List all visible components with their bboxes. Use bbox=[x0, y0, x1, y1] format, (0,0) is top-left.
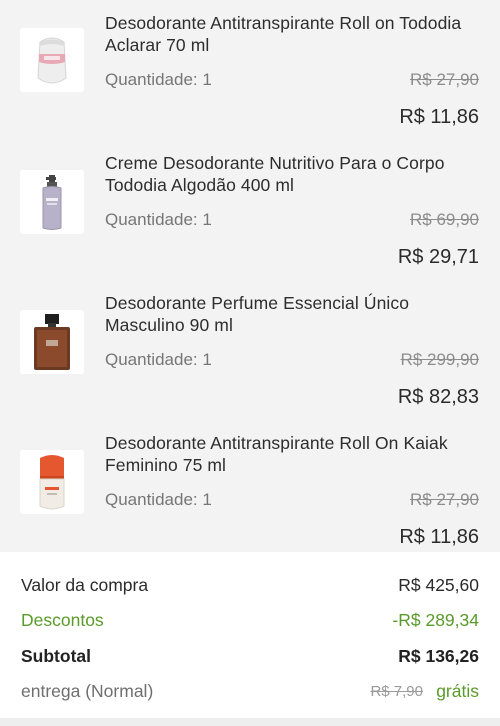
shipping-free-label: grátis bbox=[436, 681, 479, 701]
purchase-value-label: Valor da compra bbox=[21, 575, 149, 595]
shipping-row: entrega (Normal) R$ 7,90 grátis bbox=[21, 681, 479, 705]
shipping-label: entrega (Normal) bbox=[21, 681, 154, 701]
product-name[interactable]: Desodorante Antitranspirante Roll on Tod… bbox=[105, 12, 485, 56]
discounted-price: R$ 11,86 bbox=[399, 106, 479, 128]
original-price: R$ 27,90 bbox=[410, 70, 479, 89]
discount-row: Descontos -R$ 289,34 bbox=[21, 610, 479, 634]
quantity-label: Quantidade: 1 bbox=[105, 350, 212, 369]
discounted-price: R$ 29,71 bbox=[397, 246, 479, 268]
subtotal-label: Subtotal bbox=[21, 646, 91, 666]
quantity-label: Quantidade: 1 bbox=[105, 70, 212, 89]
product-name[interactable]: Creme Desodorante Nutritivo Para o Corpo… bbox=[105, 152, 485, 196]
cart-item[interactable]: Desodorante Perfume Essencial Único Masc… bbox=[0, 292, 500, 432]
product-image[interactable] bbox=[20, 170, 84, 234]
purchase-value-row: Valor da compra R$ 425,60 bbox=[21, 575, 479, 599]
bottom-divider bbox=[0, 718, 500, 726]
perfume-bottle-brown-icon bbox=[20, 310, 84, 374]
quantity-label: Quantidade: 1 bbox=[105, 490, 212, 509]
cart-item[interactable]: Desodorante Antitranspirante Roll On Kai… bbox=[0, 432, 500, 572]
product-name[interactable]: Desodorante Antitranspirante Roll On Kai… bbox=[105, 432, 485, 476]
order-summary: Valor da compra R$ 425,60 Descontos -R$ … bbox=[0, 552, 500, 726]
subtotal-amount: R$ 136,26 bbox=[398, 646, 479, 666]
original-price: R$ 299,90 bbox=[400, 350, 479, 369]
roll-on-orange-icon bbox=[20, 450, 84, 514]
discount-label: Descontos bbox=[21, 610, 104, 630]
discount-amount: -R$ 289,34 bbox=[392, 610, 479, 630]
cart-item[interactable]: Desodorante Antitranspirante Roll on Tod… bbox=[0, 12, 500, 152]
product-image[interactable] bbox=[20, 310, 84, 374]
product-image[interactable] bbox=[20, 28, 84, 92]
roll-on-white-pink-icon bbox=[20, 28, 84, 92]
shipping-original-price: R$ 7,90 bbox=[370, 683, 423, 700]
lotion-pump-bottle-icon bbox=[20, 170, 84, 234]
original-price: R$ 27,90 bbox=[410, 490, 479, 509]
purchase-value-amount: R$ 425,60 bbox=[398, 575, 479, 595]
cart-screen: Desodorante Antitranspirante Roll on Tod… bbox=[0, 0, 500, 726]
product-image[interactable] bbox=[20, 450, 84, 514]
subtotal-row: Subtotal R$ 136,26 bbox=[21, 646, 479, 670]
product-name[interactable]: Desodorante Perfume Essencial Único Masc… bbox=[105, 292, 485, 336]
cart-item[interactable]: Creme Desodorante Nutritivo Para o Corpo… bbox=[0, 152, 500, 292]
discounted-price: R$ 82,83 bbox=[397, 386, 479, 408]
discounted-price: R$ 11,86 bbox=[399, 526, 479, 548]
original-price: R$ 69,90 bbox=[410, 210, 479, 229]
quantity-label: Quantidade: 1 bbox=[105, 210, 212, 229]
